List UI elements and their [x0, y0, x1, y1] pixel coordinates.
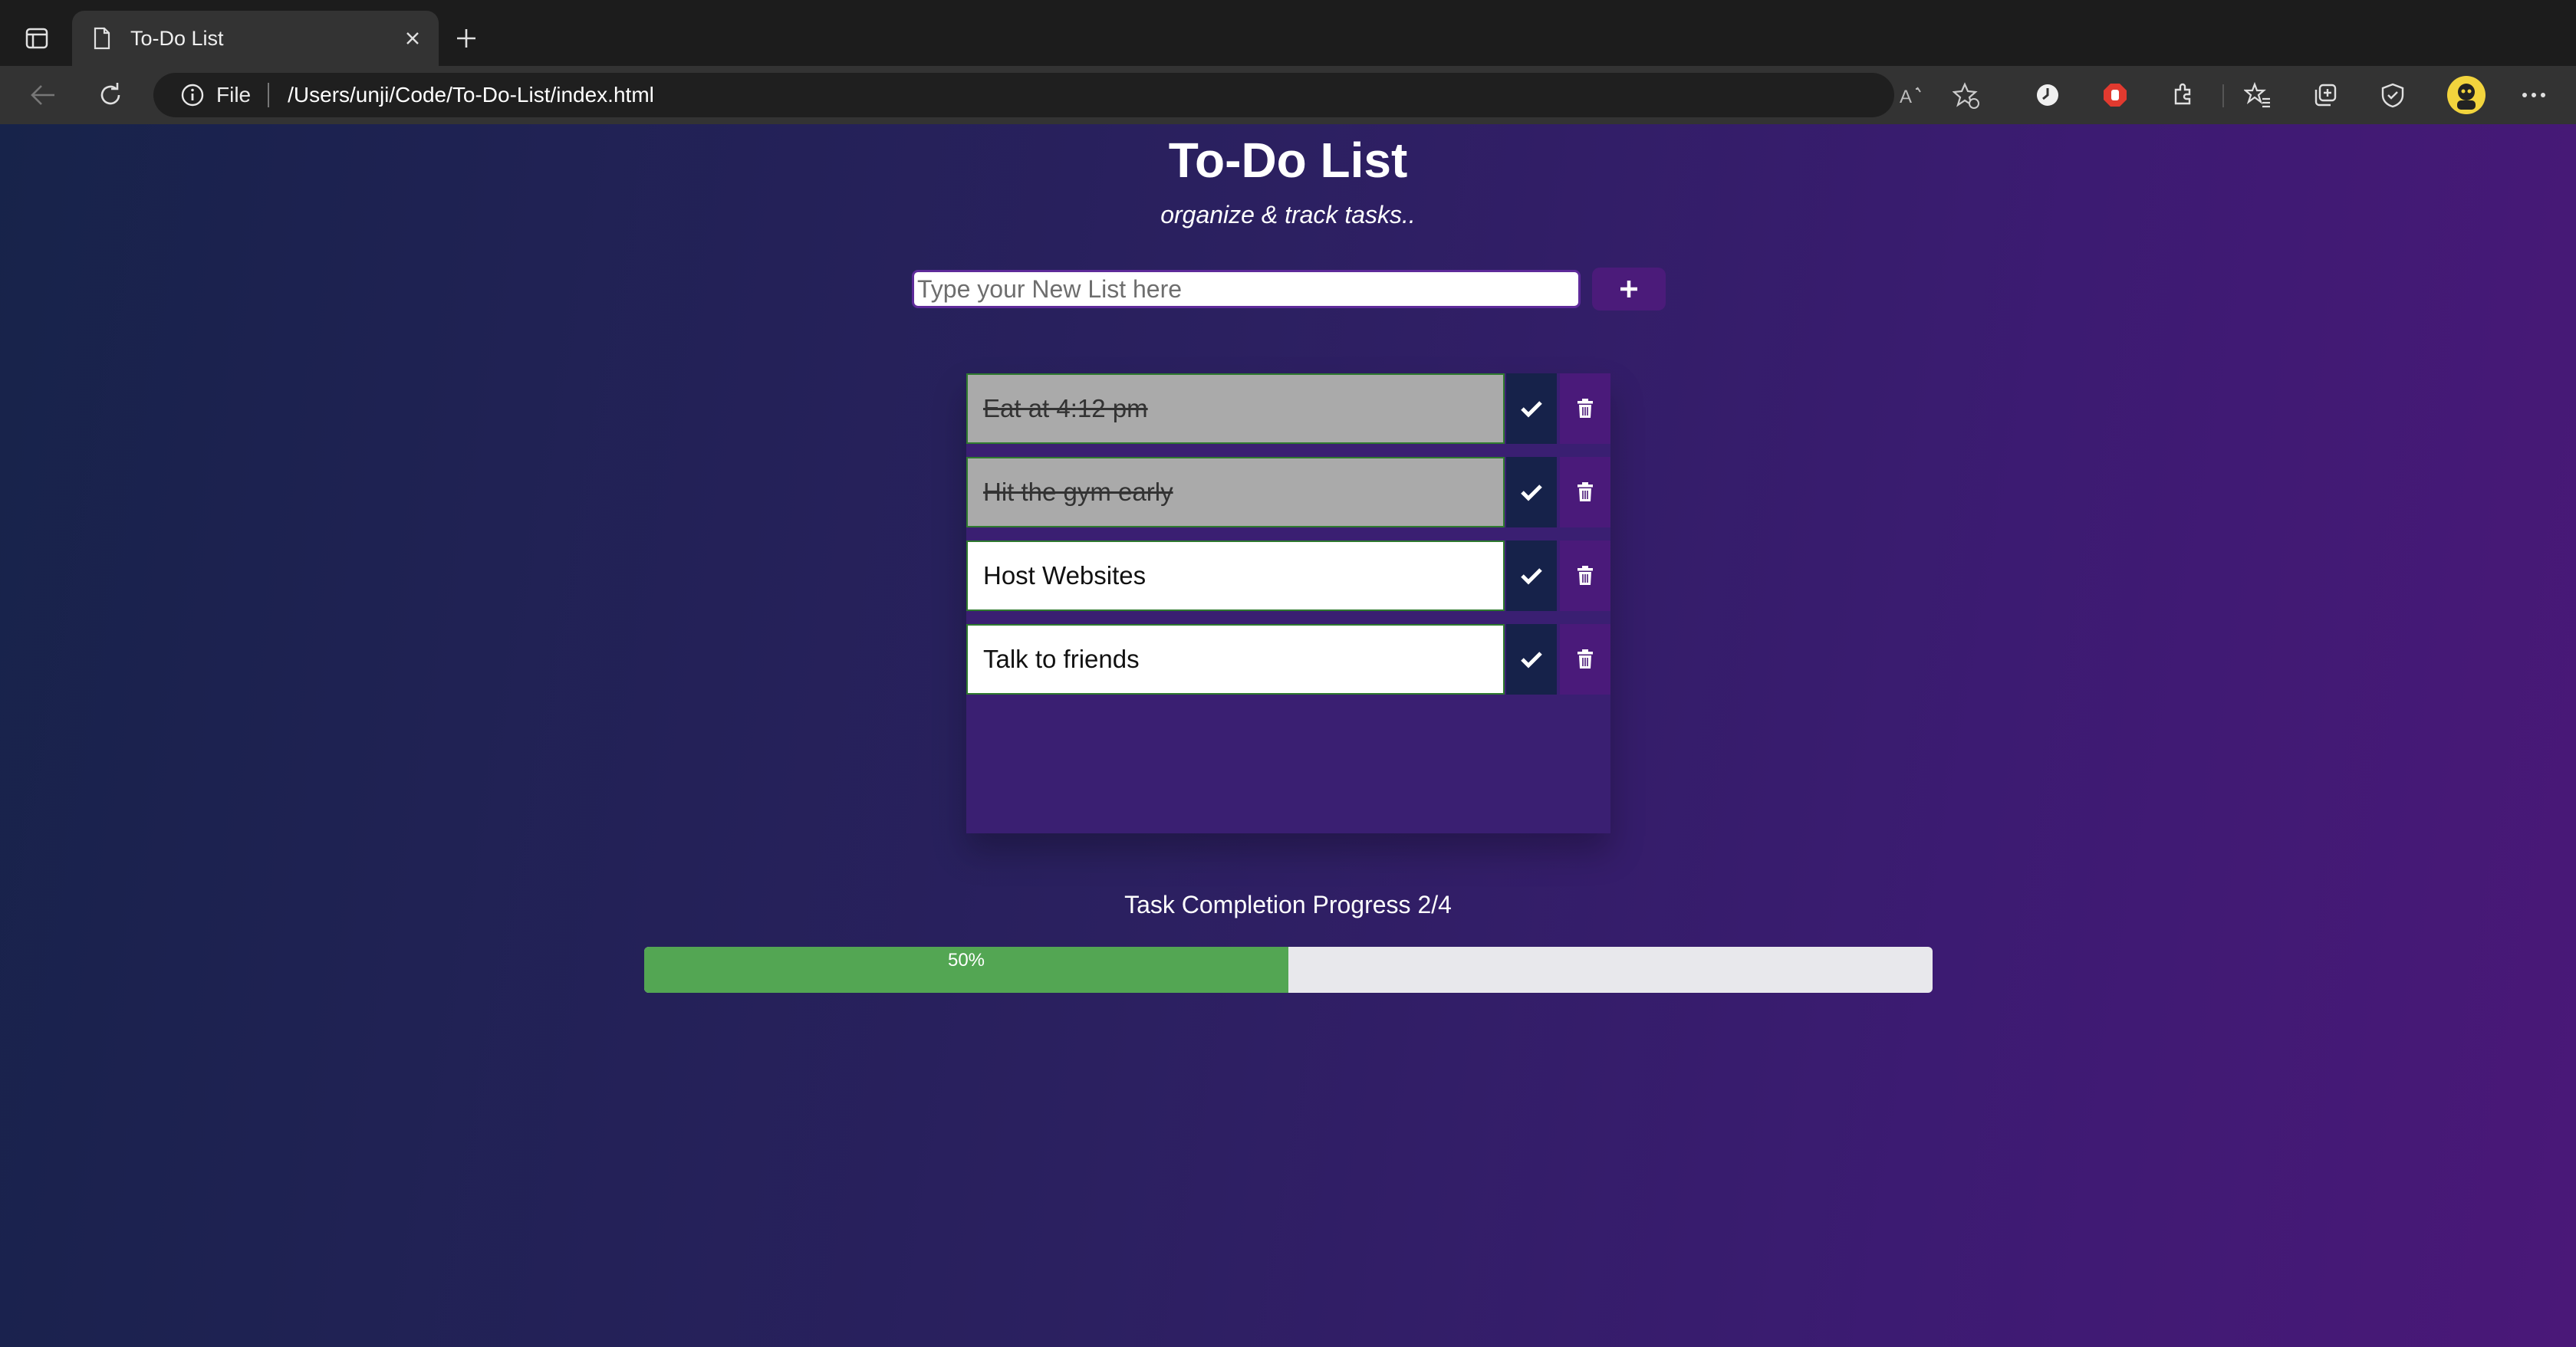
progress-fill: 50% [644, 947, 1288, 993]
active-tab[interactable]: To-Do List [72, 11, 439, 66]
page-title: To-Do List [1168, 133, 1408, 188]
url-scheme-label: File [216, 83, 252, 107]
avatar[interactable] [2446, 75, 2486, 115]
delete-task-button[interactable] [1560, 373, 1610, 444]
more-icon[interactable] [2518, 80, 2549, 110]
complete-task-button[interactable] [1506, 540, 1557, 611]
page-icon [90, 25, 114, 52]
info-icon[interactable] [179, 82, 206, 108]
trash-icon [1578, 649, 1593, 669]
task-text[interactable]: Eat at 4:12 pm [966, 373, 1505, 444]
delete-task-button[interactable] [1560, 540, 1610, 611]
reload-icon[interactable] [95, 80, 126, 110]
trash-icon [1578, 482, 1593, 501]
plus-icon[interactable] [451, 23, 482, 54]
favorite-add-icon[interactable] [1953, 82, 1980, 110]
tab-title: To-Do List [130, 26, 224, 50]
check-icon [1521, 485, 1542, 501]
favorites-icon[interactable] [2242, 80, 2273, 110]
task-text[interactable]: Hit the gym early [966, 457, 1505, 527]
progress-bar: 50% [644, 947, 1933, 993]
read-aloud-icon[interactable]: A [1899, 82, 1926, 110]
check-icon [1521, 401, 1542, 418]
address-bar[interactable]: File /Users/unji/Code/To-Do-List/index.h… [153, 73, 1979, 117]
task-text[interactable]: Talk to friends [966, 624, 1505, 695]
task-row: Eat at 4:12 pm [966, 373, 1610, 444]
trash-icon [1578, 566, 1593, 585]
adblock-icon[interactable] [2100, 80, 2130, 110]
close-icon[interactable] [397, 23, 428, 54]
new-task-input[interactable] [912, 270, 1581, 308]
plus-icon [1620, 281, 1637, 297]
delete-task-button[interactable] [1560, 457, 1610, 527]
toolbar-divider [2222, 84, 2224, 107]
browser-toolbar: File /Users/unji/Code/To-Do-List/index.h… [0, 66, 2576, 124]
page-content: To-Do List organize & track tasks.. Eat … [0, 124, 2576, 1347]
check-icon [1521, 652, 1542, 669]
complete-task-button[interactable] [1506, 457, 1557, 527]
omnibox-divider [268, 83, 270, 107]
task-row: Talk to friends [966, 624, 1610, 695]
svg-text:A: A [1900, 87, 1912, 107]
complete-task-button[interactable] [1506, 373, 1557, 444]
collections-icon[interactable] [2310, 80, 2341, 110]
add-task-button[interactable] [1592, 268, 1666, 310]
task-row: Hit the gym early [966, 457, 1610, 527]
task-text[interactable]: Host Websites [966, 540, 1505, 611]
task-row: Host Websites [966, 540, 1610, 611]
back-icon[interactable] [28, 80, 58, 110]
complete-task-button[interactable] [1506, 624, 1557, 695]
check-icon [1521, 568, 1542, 585]
url-text[interactable]: /Users/unji/Code/To-Do-List/index.html [288, 83, 654, 107]
delete-task-button[interactable] [1560, 624, 1610, 695]
progress-percent: 50% [947, 950, 985, 971]
browser-tab-strip: To-Do List [0, 0, 2576, 66]
extensions-icon[interactable] [2167, 80, 2198, 110]
history-icon[interactable] [2032, 80, 2063, 110]
browser-essentials-icon[interactable] [2377, 80, 2408, 110]
trash-icon [1578, 399, 1593, 418]
task-list: Eat at 4:12 pm Hit the gym early Host We… [966, 373, 1610, 833]
page-subtitle: organize & track tasks.. [1160, 201, 1416, 228]
progress-label: Task Completion Progress 2/4 [1124, 891, 1452, 918]
sidebar-toggle-icon[interactable] [21, 23, 52, 54]
